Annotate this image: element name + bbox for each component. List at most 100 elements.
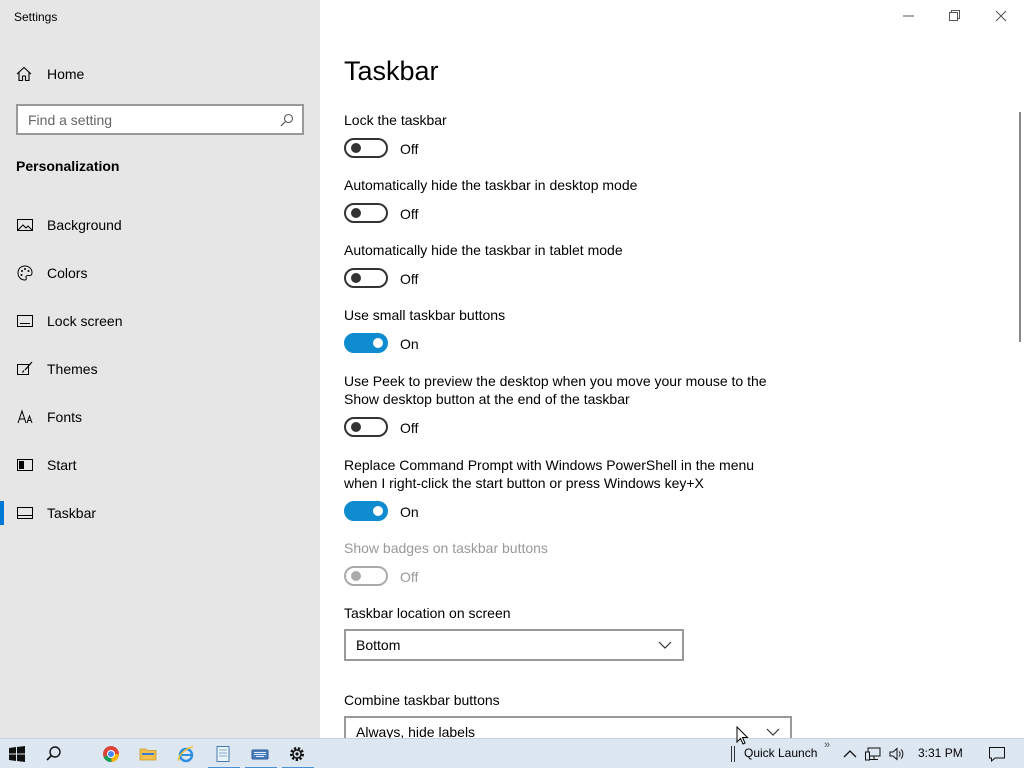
network-icon xyxy=(865,747,881,761)
home-icon xyxy=(16,66,32,82)
sidebar-item-background[interactable]: Background xyxy=(0,205,320,245)
chrome-taskbar-button[interactable] xyxy=(94,739,130,768)
search-taskbar-button[interactable] xyxy=(37,739,73,768)
sidebar-item-label: Fonts xyxy=(47,409,83,425)
chevron-down-icon xyxy=(766,728,780,736)
close-icon xyxy=(995,10,1007,22)
sidebar-item-lock-screen[interactable]: Lock screen xyxy=(0,301,320,341)
combine-buttons-dropdown[interactable]: Always, hide labels xyxy=(344,716,792,740)
setting-label: Use Peek to preview the desktop when you… xyxy=(344,373,767,407)
toggle-state: Off xyxy=(400,141,419,157)
toggle-knob xyxy=(373,506,383,516)
sidebar-item-start[interactable]: Start xyxy=(0,445,320,485)
folder-icon xyxy=(139,748,157,761)
brush-icon xyxy=(17,361,33,375)
minimize-button[interactable] xyxy=(886,0,932,32)
setting-label: Taskbar location on screen xyxy=(344,605,511,621)
picture-icon xyxy=(17,219,33,231)
sidebar-item-label: Themes xyxy=(47,361,98,377)
toolbar-overflow-chevron[interactable]: » xyxy=(824,739,830,751)
close-button[interactable] xyxy=(978,0,1024,32)
show-hidden-icons-button[interactable] xyxy=(840,739,860,768)
toggle-knob xyxy=(351,273,361,283)
sidebar-item-label: Colors xyxy=(47,265,88,281)
notepad-taskbar-button[interactable] xyxy=(206,739,242,768)
autohide-desktop-toggle[interactable] xyxy=(344,203,388,223)
file-explorer-taskbar-button[interactable] xyxy=(131,739,167,768)
lock-taskbar-toggle[interactable] xyxy=(344,138,388,158)
toggle-state: On xyxy=(400,504,419,520)
taskbar-location-dropdown[interactable]: Bottom xyxy=(344,629,684,661)
setting-label: Automatically hide the taskbar in deskto… xyxy=(344,177,638,193)
toggle-state: Off xyxy=(400,271,419,287)
setting-label: Automatically hide the taskbar in tablet… xyxy=(344,242,623,258)
internet-explorer-icon xyxy=(178,746,194,763)
quick-launch-toolbar[interactable]: Quick Launch xyxy=(744,746,817,760)
toggle-knob xyxy=(351,143,361,153)
toolbar-separator xyxy=(734,746,735,762)
chevron-down-icon xyxy=(658,641,672,649)
windows-logo-icon xyxy=(9,746,25,762)
start-button[interactable] xyxy=(0,739,36,768)
settings-taskbar-button[interactable] xyxy=(280,739,316,768)
toggle-state: Off xyxy=(400,206,419,222)
app-title: Settings xyxy=(14,10,58,24)
powershell-toggle[interactable] xyxy=(344,501,388,521)
autohide-tablet-toggle[interactable] xyxy=(344,268,388,288)
lock-screen-icon xyxy=(17,315,33,327)
peek-toggle[interactable] xyxy=(344,417,388,437)
toolbar-separator xyxy=(731,746,732,762)
toggle-state: On xyxy=(400,336,419,352)
toggle-knob xyxy=(373,338,383,348)
keyboard-icon xyxy=(251,749,269,760)
notification-icon xyxy=(989,747,1005,762)
volume-tray-button[interactable] xyxy=(886,739,908,768)
badges-toggle xyxy=(344,566,388,586)
scrollbar-thumb[interactable] xyxy=(1019,112,1021,342)
search-icon[interactable] xyxy=(280,113,294,127)
toggle-state: Off xyxy=(400,420,419,436)
internet-explorer-taskbar-button[interactable] xyxy=(169,739,205,768)
restore-button[interactable] xyxy=(932,0,978,32)
dropdown-value: Bottom xyxy=(356,637,401,653)
network-tray-button[interactable] xyxy=(862,739,884,768)
search-placeholder: Find a setting xyxy=(28,112,113,128)
taskbar-icon xyxy=(17,507,33,519)
notepad-icon xyxy=(216,746,230,762)
sidebar-item-fonts[interactable]: Fonts xyxy=(0,397,320,437)
sidebar: Settings Home Find a setting Personaliza… xyxy=(0,0,320,738)
sidebar-item-label: Taskbar xyxy=(47,505,97,521)
setting-label: Lock the taskbar xyxy=(344,112,447,128)
sidebar-item-label: Lock screen xyxy=(47,313,123,329)
home-nav-item[interactable]: Home xyxy=(0,60,320,88)
search-input[interactable]: Find a setting xyxy=(16,104,304,135)
sidebar-item-label: Background xyxy=(47,217,122,233)
toggle-knob xyxy=(351,571,361,581)
toggle-knob xyxy=(351,422,361,432)
mouse-cursor-icon xyxy=(736,726,749,745)
clock[interactable]: 3:31 PM xyxy=(918,746,963,760)
taskbar: Quick Launch » 3:31 PM xyxy=(0,738,1024,768)
volume-icon xyxy=(889,747,904,761)
setting-label: Show badges on taskbar buttons xyxy=(344,540,548,556)
fonts-icon xyxy=(17,409,33,424)
section-title: Personalization xyxy=(16,158,120,174)
keyboard-taskbar-button[interactable] xyxy=(243,739,279,768)
setting-label: Use small taskbar buttons xyxy=(344,307,506,323)
sidebar-item-taskbar[interactable]: Taskbar xyxy=(0,493,320,533)
toggle-state: Off xyxy=(400,569,419,585)
sidebar-item-colors[interactable]: Colors xyxy=(0,253,320,293)
palette-icon xyxy=(17,265,33,281)
page-title: Taskbar xyxy=(344,56,439,86)
setting-label: Combine taskbar buttons xyxy=(344,692,500,708)
home-label: Home xyxy=(47,66,85,82)
small-buttons-toggle[interactable] xyxy=(344,333,388,353)
sidebar-item-themes[interactable]: Themes xyxy=(0,349,320,389)
search-icon xyxy=(46,746,61,761)
restore-icon xyxy=(949,10,960,21)
minimize-icon xyxy=(903,15,914,17)
action-center-button[interactable] xyxy=(978,739,1014,768)
chrome-icon xyxy=(103,746,120,763)
chevron-up-icon xyxy=(843,750,857,758)
toggle-knob xyxy=(351,208,361,218)
